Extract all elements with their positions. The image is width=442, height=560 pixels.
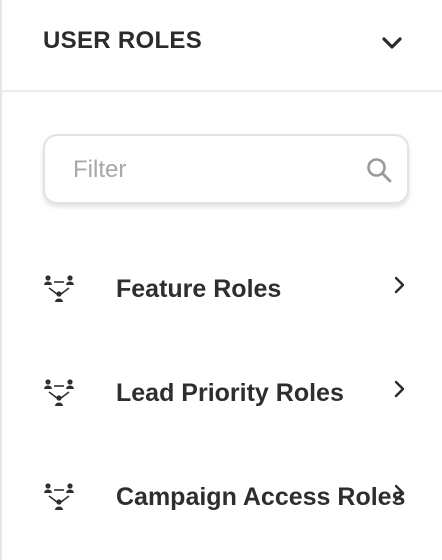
role-hierarchy-icon <box>44 275 74 302</box>
role-label: Lead Priority Roles <box>116 379 344 407</box>
user-roles-panel: USER ROLES Feature Roles <box>0 0 442 560</box>
search-icon[interactable] <box>365 156 393 184</box>
role-item-feature-roles[interactable]: Feature Roles <box>2 260 442 320</box>
role-label: Feature Roles <box>116 275 282 303</box>
chevron-right-icon <box>394 380 405 398</box>
panel-header[interactable]: USER ROLES <box>2 0 442 92</box>
chevron-right-icon <box>394 276 405 294</box>
role-hierarchy-icon <box>44 483 74 510</box>
role-item-campaign-access-roles[interactable]: Campaign Access Roles <box>2 468 442 528</box>
role-label: Campaign Access Roles <box>116 483 406 511</box>
filter-input[interactable] <box>73 153 343 187</box>
collapse-toggle[interactable] <box>378 30 406 56</box>
filter-box[interactable] <box>43 134 409 204</box>
chevron-down-icon <box>382 37 402 49</box>
role-item-lead-priority-roles[interactable]: Lead Priority Roles <box>2 364 442 424</box>
panel-title: USER ROLES <box>43 27 203 54</box>
role-hierarchy-icon <box>44 379 74 406</box>
chevron-right-icon <box>394 484 405 502</box>
